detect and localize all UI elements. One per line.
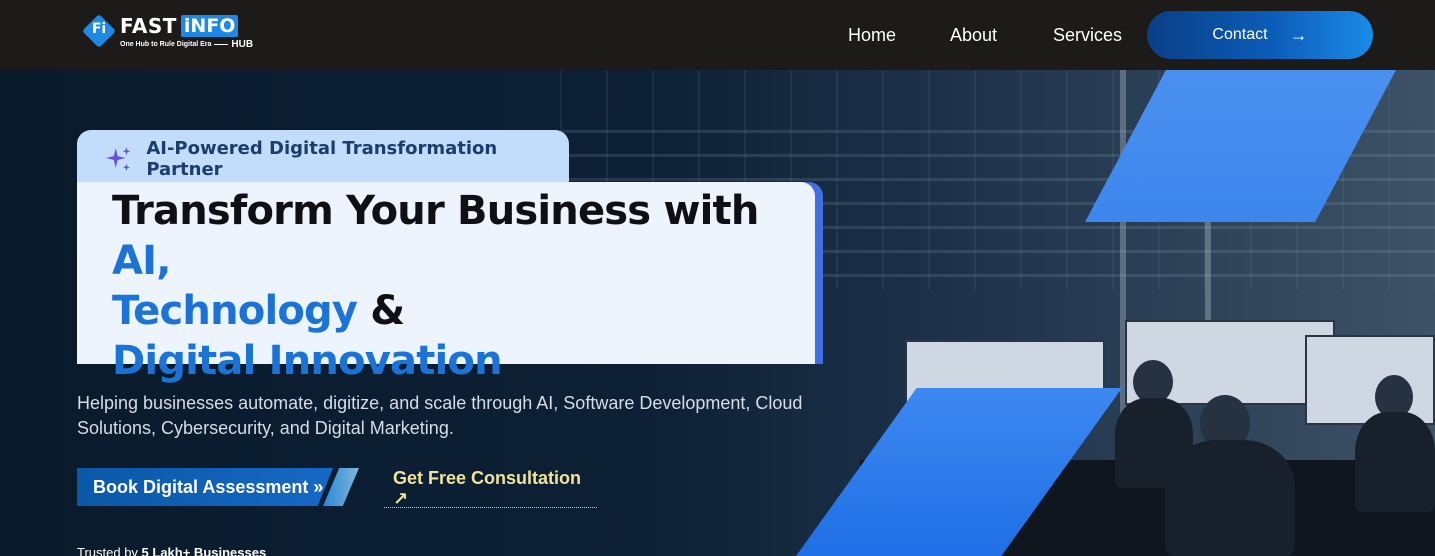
trusted-by-text: Trusted by 5 Lakh+ Businesses	[77, 545, 266, 556]
hero-section: AI-Powered Digital Transformation Partne…	[0, 70, 1435, 556]
hero-subtext: Helping businesses automate, digitize, a…	[77, 393, 803, 438]
brand-tagline: One Hub to Rule Digital Era	[120, 41, 212, 48]
free-consultation-link[interactable]: Get Free Consultation ↗	[384, 468, 597, 509]
tagline-divider	[214, 44, 229, 45]
nav-home-link[interactable]: Home	[848, 25, 896, 46]
contact-button-label: Contact	[1212, 26, 1268, 43]
brand-name-fast: FAST	[120, 14, 177, 38]
contact-button[interactable]: Contact →	[1147, 11, 1373, 59]
hero-badge: AI-Powered Digital Transformation Partne…	[77, 130, 569, 188]
nav-services-link[interactable]: Services	[1053, 25, 1122, 46]
hero-badge-text: AI-Powered Digital Transformation Partne…	[146, 138, 498, 180]
navbar: Fi FAST iNFO One Hub to Rule Digital Era…	[0, 0, 1435, 70]
headline-card: Transform Your Business with AI, Technol…	[77, 182, 815, 384]
nav-about-link[interactable]: About	[950, 25, 997, 46]
sparkle-icon	[105, 147, 131, 171]
hero-headline: Transform Your Business with AI, Technol…	[112, 188, 759, 384]
book-assessment-button[interactable]: Book Digital Assessment »	[77, 468, 359, 506]
logo-icon: Fi	[82, 14, 116, 48]
brand-logo[interactable]: Fi FAST iNFO One Hub to Rule Digital Era…	[82, 14, 253, 50]
brand-hub: HUB	[231, 39, 254, 50]
book-assessment-label: Book Digital Assessment »	[93, 476, 324, 497]
trusted-count: 5 Lakh+ Businesses	[141, 545, 267, 556]
arrow-right-icon: →	[1289, 24, 1308, 45]
brand-name-info: iNFO	[180, 15, 239, 37]
